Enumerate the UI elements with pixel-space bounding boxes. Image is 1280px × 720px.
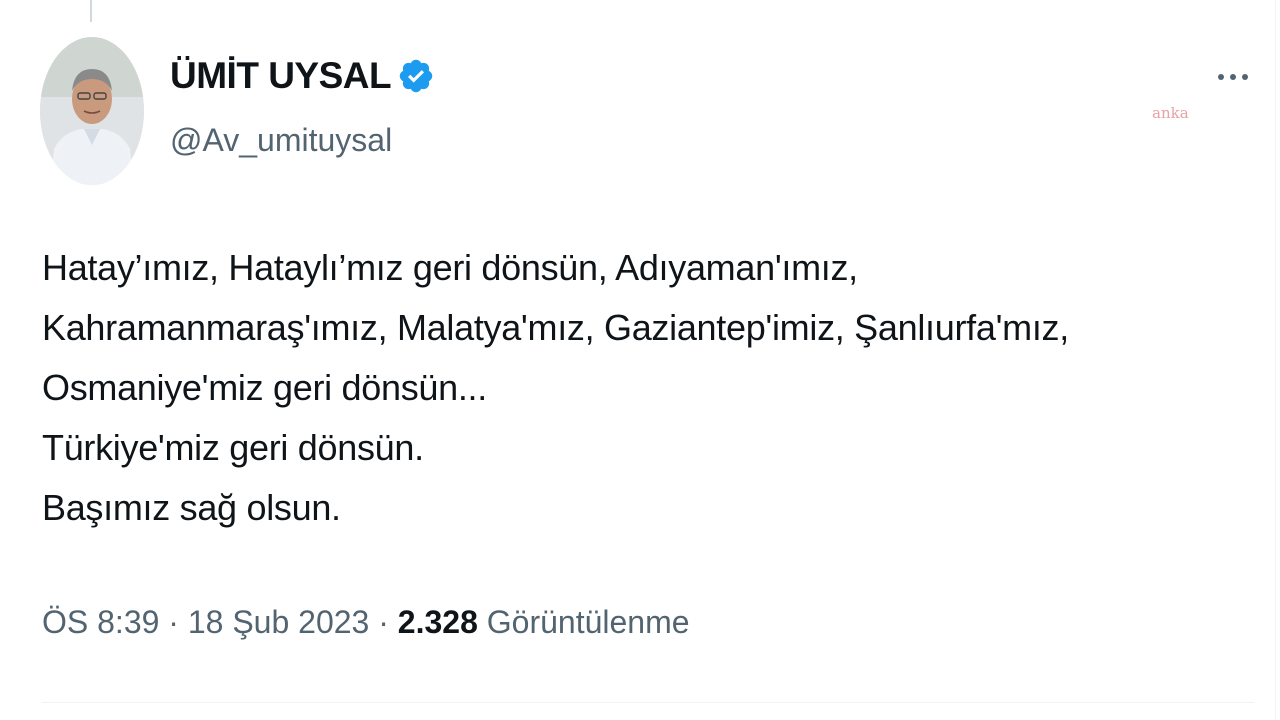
meta-separator: · (369, 604, 398, 640)
tweet-time[interactable]: ÖS 8:39 (42, 604, 159, 640)
more-horizontal-icon-dot (1242, 74, 1248, 80)
more-horizontal-icon (1218, 74, 1224, 80)
more-horizontal-icon-dot (1230, 74, 1236, 80)
tweet-date[interactable]: 18 Şub 2023 (188, 604, 370, 640)
more-options-button[interactable] (1208, 60, 1258, 94)
author-handle[interactable]: @Av_umituysal (170, 118, 392, 162)
author-name-row[interactable]: ÜMİT UYSAL (170, 54, 435, 98)
tweet-line: Osmaniye'miz geri dönsün... (42, 367, 487, 408)
views-count: 2.328 (397, 604, 478, 640)
meta-separator: · (159, 604, 188, 640)
tweet-line: Kahramanmaraş'ımız, Malatya'mız, Gaziant… (42, 307, 1069, 348)
tweet-line: Türkiye'miz geri dönsün. (42, 427, 424, 468)
avatar[interactable] (40, 37, 144, 185)
watermark-logo: anka (1152, 104, 1189, 122)
verified-badge-icon[interactable] (397, 57, 435, 95)
tweet-line: Başımız sağ olsun. (42, 487, 341, 528)
author-display-name[interactable]: ÜMİT UYSAL (170, 54, 392, 98)
tweet-text: Hatay’ımız, Hataylı’mız geri dönsün, Adı… (42, 238, 1242, 538)
column-border (1275, 0, 1276, 720)
views-label: Görüntülenme (477, 604, 690, 640)
divider (42, 702, 1254, 703)
thread-connector-line (90, 0, 92, 22)
tweet-meta: ÖS 8:39 · 18 Şub 2023 · 2.328 Görüntülen… (42, 598, 690, 646)
views-link[interactable]: 2.328 Görüntülenme (398, 604, 690, 640)
tweet-line: Hatay’ımız, Hataylı’mız geri dönsün, Adı… (42, 247, 858, 288)
